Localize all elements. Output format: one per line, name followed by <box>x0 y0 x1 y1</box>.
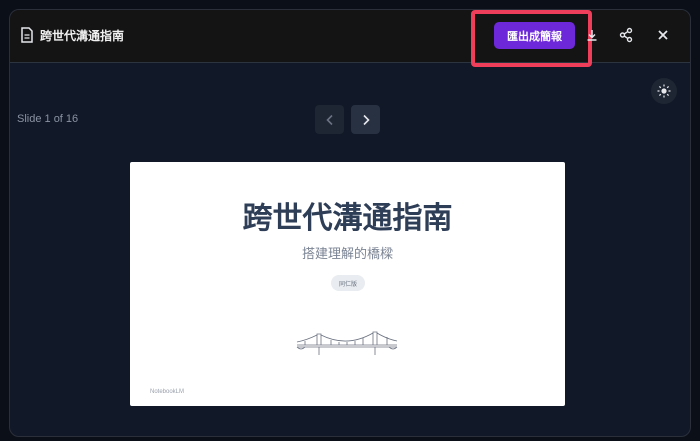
share-icon[interactable] <box>618 27 634 43</box>
theme-toggle-button[interactable] <box>651 78 677 104</box>
previous-slide-button[interactable] <box>315 105 344 134</box>
dialog-title: 跨世代溝通指南 <box>40 29 125 43</box>
download-icon[interactable] <box>584 27 600 43</box>
slide-footer-brand: NotebookLM <box>150 389 185 395</box>
dialog-header: 跨世代溝通指南 匯出成簡報 <box>10 10 690 67</box>
slide-preview: 跨世代溝通指南 搭建理解的橋樑 同仁版 NotebookLM <box>130 162 565 406</box>
close-icon[interactable] <box>655 27 671 43</box>
slide-counter: Slide 1 of 16 <box>17 113 79 125</box>
sun-icon <box>657 84 671 98</box>
slide-subtitle: 搭建理解的橋樑 <box>301 247 393 262</box>
chevron-left-icon <box>325 114 333 125</box>
slide-tag-badge: 同仁版 <box>331 275 365 291</box>
chevron-right-icon <box>362 114 370 125</box>
export-slides-button[interactable]: 匯出成簡報 <box>494 22 575 49</box>
document-icon <box>21 27 33 43</box>
next-slide-button[interactable] <box>351 105 380 134</box>
bridge-illustration <box>296 331 398 355</box>
slide-title: 跨世代溝通指南 <box>242 201 453 236</box>
slide-viewer-dialog: 跨世代溝通指南 匯出成簡報 Slide 1 of 16 跨世代溝通指南 搭建理解… <box>9 9 691 437</box>
